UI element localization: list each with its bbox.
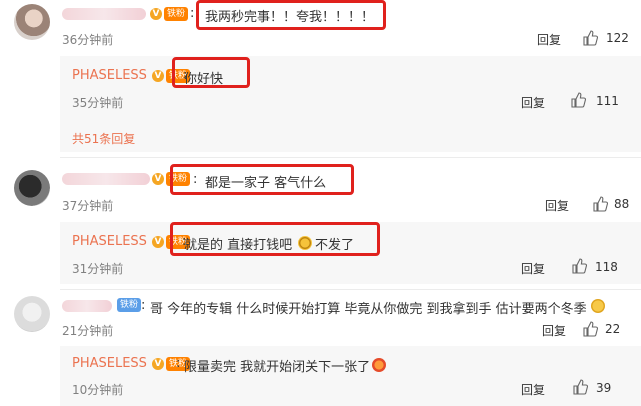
fan-badge: 铁粉 [117, 298, 142, 312]
reply-button[interactable]: 回复 [542, 322, 566, 339]
nested-replies [60, 346, 641, 406]
username-blurred[interactable] [62, 300, 112, 312]
highlight-box [196, 0, 386, 30]
highlight-box [172, 57, 250, 88]
username-blurred[interactable] [62, 8, 146, 20]
like-count: 39 [596, 381, 612, 395]
reply-username[interactable]: PHASELESS [72, 356, 147, 371]
like-count: 118 [595, 260, 618, 274]
comment-time: 36分钟前 [62, 33, 114, 47]
like-count: 88 [614, 197, 630, 211]
vip-icon: V [152, 173, 164, 185]
nested-replies [60, 56, 641, 152]
avatar[interactable] [14, 170, 50, 206]
colon: : [141, 298, 146, 313]
thumbs-up-icon[interactable] [582, 321, 598, 337]
thumbs-up-icon[interactable] [592, 196, 608, 212]
vip-icon: V [152, 70, 164, 82]
vip-icon: V [150, 8, 162, 20]
avatar[interactable] [14, 4, 50, 40]
reply-time: 31分钟前 [72, 262, 124, 276]
avatar[interactable] [14, 296, 50, 332]
thumbs-up-icon[interactable] [571, 258, 587, 274]
reply-button[interactable]: 回复 [521, 94, 545, 111]
angry-emoji-icon [372, 358, 386, 372]
fan-badge: 铁粉 [164, 7, 189, 21]
view-all-replies-link[interactable]: 共51条回复 [72, 130, 135, 147]
reply-button[interactable]: 回复 [521, 260, 545, 277]
divider [60, 157, 641, 158]
thumbs-up-icon[interactable] [572, 379, 588, 395]
username-blurred[interactable] [62, 173, 150, 185]
cry-emoji-icon [591, 299, 605, 313]
reply-button[interactable]: 回复 [545, 197, 569, 214]
thumbs-up-icon[interactable] [570, 92, 586, 108]
thumbs-up-icon[interactable] [582, 30, 598, 46]
colon: : [190, 6, 195, 21]
comment-text: 哥 今年的专辑 什么时候开始打算 毕竟从你做完 到我拿到手 估计要两个冬季 [150, 302, 587, 317]
reply-username[interactable]: PHASELESS [72, 68, 147, 83]
comment-time: 37分钟前 [62, 199, 114, 213]
comment-time: 21分钟前 [62, 324, 114, 338]
reply-time: 35分钟前 [72, 96, 124, 110]
highlight-box [170, 164, 354, 195]
highlight-box [170, 222, 380, 256]
like-count: 111 [596, 94, 619, 108]
reply-button[interactable]: 回复 [521, 381, 545, 398]
reply-time: 10分钟前 [72, 383, 124, 397]
colon: : [176, 356, 181, 371]
vip-icon: V [152, 358, 164, 370]
divider [60, 289, 641, 290]
reply-button[interactable]: 回复 [537, 31, 561, 48]
like-count: 122 [606, 31, 629, 45]
reply-username[interactable]: PHASELESS [72, 234, 147, 249]
vip-icon: V [152, 236, 164, 248]
reply-text: 限量卖完 我就开始闭关下一张了 [184, 360, 371, 375]
like-count: 22 [605, 322, 621, 336]
